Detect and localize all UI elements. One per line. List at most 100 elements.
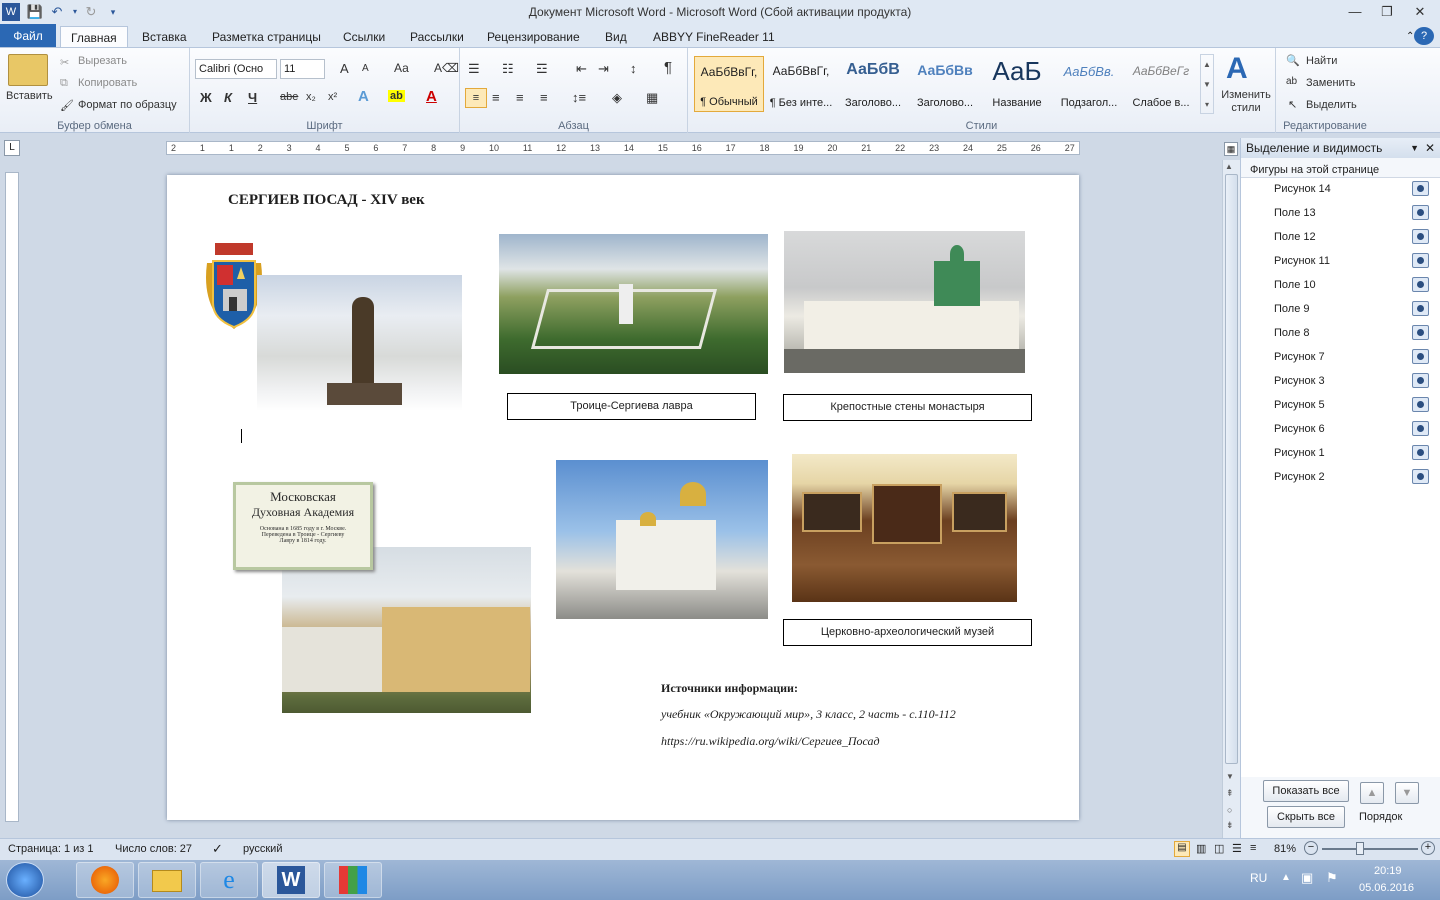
shape-row[interactable]: Рисунок 1 [1250,442,1432,464]
proofing-icon[interactable]: ✓ [212,841,223,857]
tab-review[interactable]: Рецензирование [477,26,590,48]
next-page-icon[interactable]: ⇟ [1226,820,1234,831]
style-heading-2[interactable]: АаБбВв Заголово... [910,56,980,112]
scroll-up-icon[interactable]: ▲ [1225,162,1233,171]
subscript-button[interactable]: x₂ [306,91,316,103]
web-layout-icon[interactable]: ◫ [1214,842,1224,855]
visibility-eye-icon[interactable] [1412,445,1429,460]
shape-row[interactable]: Рисунок 5 [1250,394,1432,416]
justify-icon[interactable]: ≡ [540,90,548,105]
word-count[interactable]: Число слов: 27 [115,843,192,855]
taskbar-word[interactable]: W [262,862,320,898]
shading-icon[interactable]: ◈ [612,90,622,106]
font-size-combo[interactable]: 11 [280,59,325,79]
clock-date[interactable]: 05.06.2016 [1359,882,1414,894]
trinity-cathedral-image[interactable] [556,460,768,619]
horizontal-ruler[interactable]: 2 1 1 2 3 4 5 6 7 8 9 10 11 12 13 14 15 16 17 18 19 20 21 22 23 2… [166,141,1080,155]
shape-row[interactable]: Рисунок 11 [1250,250,1432,272]
shrink-font-button[interactable]: A [362,63,369,74]
visibility-eye-icon[interactable] [1412,397,1429,412]
shape-row[interactable]: Рисунок 3 [1250,370,1432,392]
shape-row[interactable]: Поле 12 [1250,226,1432,248]
restore-button[interactable]: ❐ [1372,2,1402,22]
font-name-combo[interactable]: Calibri (Осно [195,59,277,79]
format-painter-button[interactable]: Формат по образцу [78,99,177,111]
style-subtle-emphasis[interactable]: АаБбВеГг Слабое в... [1126,56,1196,112]
select-button[interactable]: Выделить [1306,99,1357,111]
align-left-icon[interactable]: ≡ [465,88,487,108]
visibility-eye-icon[interactable] [1412,373,1429,388]
full-screen-icon[interactable]: ▥ [1196,842,1206,855]
caption-lavra[interactable]: Троице-Сергиева лавра [507,393,756,420]
move-down-button[interactable]: ▼ [1395,782,1419,804]
highlight-icon[interactable]: ab [388,90,405,102]
visibility-eye-icon[interactable] [1412,277,1429,292]
vertical-ruler[interactable] [5,172,19,822]
museum-interior-image[interactable] [792,454,1017,602]
draft-icon[interactable]: ≡ [1250,842,1256,854]
scroll-thumb[interactable] [1225,174,1238,764]
start-button[interactable] [6,862,44,898]
browse-object-icon[interactable]: ○ [1227,805,1232,815]
copy-button[interactable]: Копировать [78,77,137,89]
shape-row[interactable]: Рисунок 6 [1250,418,1432,440]
clear-format-icon[interactable]: A⌫ [434,61,459,75]
visibility-eye-icon[interactable] [1412,325,1429,340]
shape-row[interactable]: Рисунок 2 [1250,466,1432,488]
taskbar-ie[interactable]: e [200,862,258,898]
tab-selector-icon[interactable]: L [4,140,20,156]
hide-all-button[interactable]: Скрыть все [1267,806,1345,828]
lavra-aerial-image[interactable] [499,234,768,374]
italic-button[interactable]: К [224,90,232,105]
caption-walls[interactable]: Крепостные стены монастыря [783,394,1032,421]
strikethrough-button[interactable]: abe [280,91,298,103]
font-color-icon[interactable]: A [426,88,437,105]
source-2[interactable]: https://ru.wikipedia.org/wiki/Сергиев_По… [661,734,880,749]
tab-view[interactable]: Вид [595,26,637,48]
sergius-statue-image[interactable] [257,275,462,411]
visibility-eye-icon[interactable] [1412,253,1429,268]
pane-options-icon[interactable]: ▼ [1410,138,1419,158]
network-icon[interactable]: ▣ [1301,870,1313,886]
zoom-out-icon[interactable]: − [1304,841,1318,855]
taskbar-firefox[interactable] [76,862,134,898]
increase-indent-icon[interactable]: ⇥ [598,61,609,77]
grow-font-button[interactable]: A [340,61,349,76]
shape-row[interactable]: Рисунок 14 [1250,178,1432,200]
visibility-eye-icon[interactable] [1412,349,1429,364]
move-up-button[interactable]: ▲ [1360,782,1384,804]
align-right-icon[interactable]: ≡ [516,90,524,105]
styles-scroll-icon[interactable]: ▲ ▼ ▾ [1200,54,1214,114]
language-indicator[interactable]: русский [243,843,282,855]
superscript-button[interactable]: x² [328,91,337,103]
shape-row[interactable]: Рисунок 7 [1250,346,1432,368]
zoom-in-icon[interactable]: + [1421,841,1435,855]
paste-button[interactable]: Вставить [6,90,53,102]
bold-button[interactable]: Ж [200,90,212,105]
shape-row[interactable]: Поле 8 [1250,322,1432,344]
fortress-walls-image[interactable] [784,231,1025,373]
show-all-button[interactable]: Показать все [1263,780,1349,802]
shape-row[interactable]: Поле 13 [1250,202,1432,224]
pane-close-icon[interactable]: ✕ [1425,138,1435,158]
cut-button[interactable]: Вырезать [78,55,127,67]
academy-plaque-image[interactable]: Московская Духовная Академия Основана в … [233,482,373,570]
vertical-scrollbar[interactable]: ▲ ▼ ⇞ ○ ⇟ [1222,160,1240,840]
clock-time[interactable]: 20:19 [1374,865,1402,877]
multilevel-list-icon[interactable]: ☲ [536,61,548,77]
taskbar-explorer[interactable] [138,862,196,898]
visibility-eye-icon[interactable] [1412,469,1429,484]
style-normal[interactable]: АаБбВвГг, ¶ Обычный [694,56,764,112]
shape-row[interactable]: Поле 10 [1250,274,1432,296]
style-no-spacing[interactable]: АаБбВвГг, ¶ Без инте... [766,56,836,112]
replace-button[interactable]: Заменить [1306,77,1355,89]
close-button[interactable]: ✕ [1405,2,1435,22]
view-ruler-icon[interactable]: ▦ [1224,142,1238,156]
style-title[interactable]: АаБ Название [982,56,1052,112]
tray-expand-icon[interactable]: ▲ [1281,872,1291,883]
flag-icon[interactable]: ⚑ [1326,870,1338,886]
zoom-slider[interactable] [1322,848,1418,850]
print-layout-icon[interactable]: ▤ [1174,841,1190,857]
document-page[interactable]: СЕРГИЕВ ПОСАД - XIV век Троице-Сергиева … [167,175,1079,820]
change-styles-icon[interactable]: A [1226,52,1248,86]
